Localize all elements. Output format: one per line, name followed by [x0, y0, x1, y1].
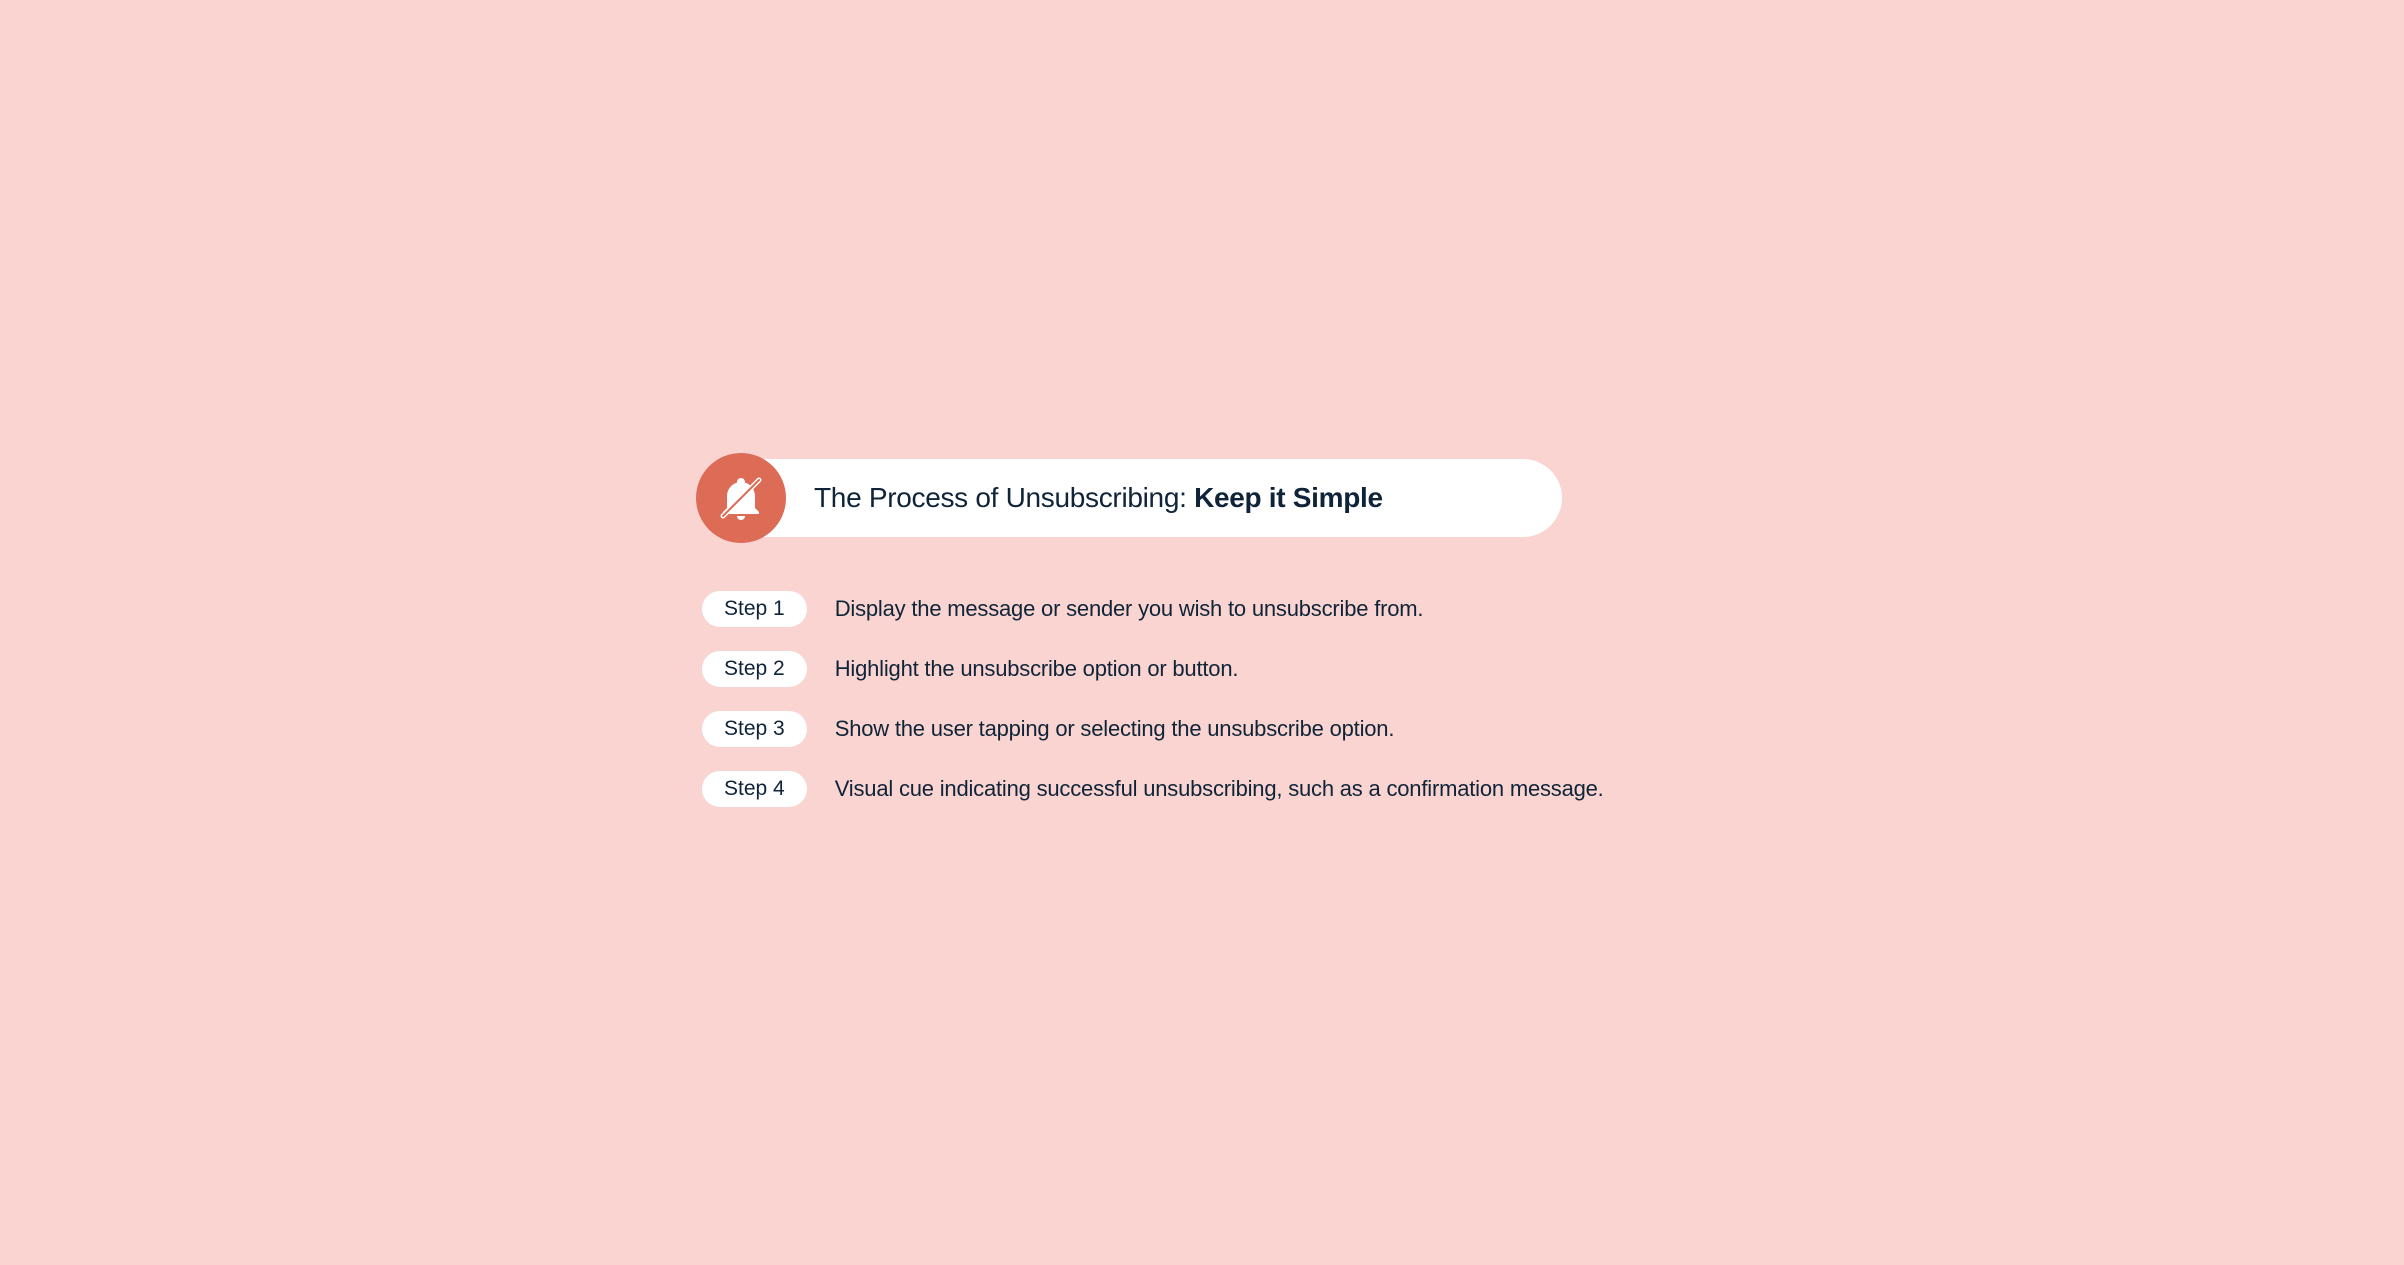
step-text: Visual cue indicating successful unsubsc… [835, 776, 1604, 802]
title-bold: Keep it Simple [1194, 482, 1383, 513]
step-badge: Step 4 [702, 771, 807, 807]
header-title: The Process of Unsubscribing: Keep it Si… [814, 482, 1383, 514]
bell-slash-icon [717, 474, 765, 522]
steps-list: Step 1 Display the message or sender you… [702, 591, 1702, 807]
icon-circle [696, 453, 786, 543]
step-row: Step 1 Display the message or sender you… [702, 591, 1702, 627]
step-badge: Step 1 [702, 591, 807, 627]
step-text: Display the message or sender you wish t… [835, 596, 1424, 622]
step-text: Show the user tapping or selecting the u… [835, 716, 1395, 742]
step-row: Step 4 Visual cue indicating successful … [702, 771, 1702, 807]
infographic-container: The Process of Unsubscribing: Keep it Si… [602, 379, 1802, 887]
header-pill: The Process of Unsubscribing: Keep it Si… [702, 459, 1562, 537]
step-text: Highlight the unsubscribe option or butt… [835, 656, 1239, 682]
step-badge: Step 2 [702, 651, 807, 687]
title-prefix: The Process of Unsubscribing: [814, 482, 1194, 513]
step-row: Step 3 Show the user tapping or selectin… [702, 711, 1702, 747]
step-row: Step 2 Highlight the unsubscribe option … [702, 651, 1702, 687]
step-badge: Step 3 [702, 711, 807, 747]
